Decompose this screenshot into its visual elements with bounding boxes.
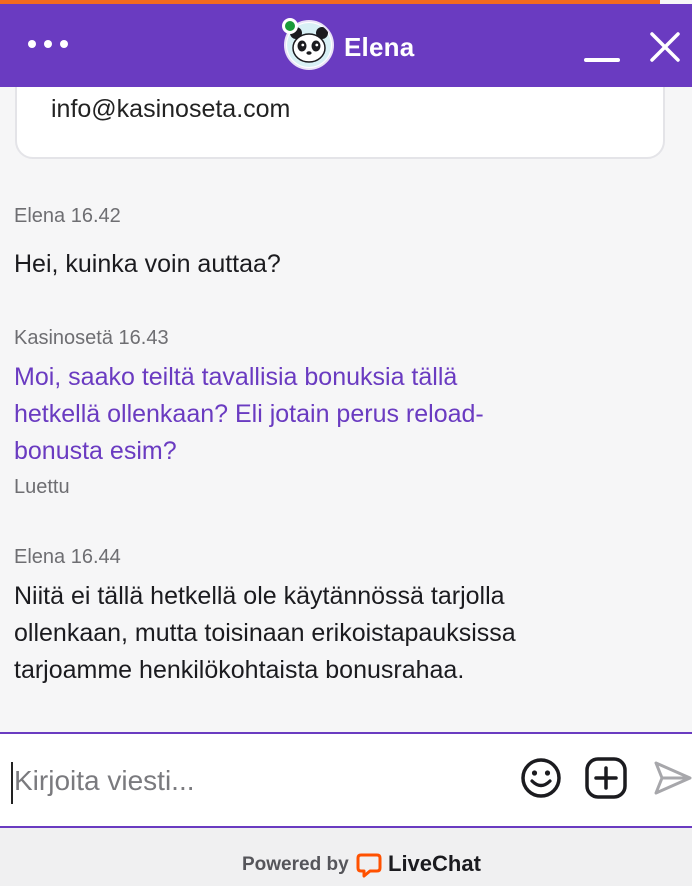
add-attachment-icon[interactable] bbox=[584, 756, 628, 800]
text-caret bbox=[11, 762, 13, 804]
message-meta: Elena 16.44 bbox=[14, 546, 121, 568]
more-dots-icon[interactable] bbox=[28, 34, 72, 54]
send-icon[interactable] bbox=[652, 758, 692, 798]
message-line: bonusta esim? bbox=[14, 437, 177, 465]
message-meta: Elena 16.42 bbox=[14, 205, 121, 227]
message-line: hetkellä ollenkaan? Eli jotain perus rel… bbox=[14, 400, 484, 428]
message-line: Niitä ei tällä hetkellä ole käytännössä … bbox=[14, 582, 505, 610]
livechat-brand[interactable]: LiveChat bbox=[388, 851, 481, 877]
close-icon[interactable] bbox=[646, 28, 684, 66]
agent-avatar bbox=[282, 18, 336, 72]
footer: Powered by LiveChat bbox=[0, 828, 692, 886]
emoji-icon[interactable] bbox=[519, 756, 563, 800]
message-line: Moi, saako teiltä tavallisia bonuksia tä… bbox=[14, 363, 458, 391]
message-composer bbox=[0, 732, 692, 828]
read-status: Luettu bbox=[14, 476, 70, 498]
message-text: Niitä ei tällä hetkellä ole käytännössä … bbox=[14, 578, 634, 689]
livechat-logo-icon[interactable] bbox=[356, 852, 382, 878]
minimize-icon[interactable] bbox=[582, 30, 622, 66]
dot bbox=[44, 40, 52, 48]
powered-by-text: Powered by bbox=[242, 854, 349, 875]
message-input[interactable] bbox=[14, 752, 494, 810]
message-line: tarjoamme henkilökohtaista bonusrahaa. bbox=[14, 656, 465, 684]
message-text: Hei, kuinka voin auttaa? bbox=[14, 250, 281, 278]
contact-info-card: info@kasinoseta.com bbox=[15, 87, 665, 159]
contact-email[interactable]: info@kasinoseta.com bbox=[51, 95, 290, 124]
message-text: Moi, saako teiltä tavallisia bonuksia tä… bbox=[14, 359, 634, 470]
dot bbox=[60, 40, 68, 48]
message-meta: Kasinosetä 16.43 bbox=[14, 327, 169, 349]
agent-name: Elena bbox=[344, 32, 415, 62]
dot bbox=[28, 40, 36, 48]
message-list[interactable]: info@kasinoseta.com Elena 16.42 Hei, kui… bbox=[0, 87, 692, 732]
chat-header: Elena bbox=[0, 4, 692, 87]
online-status-dot bbox=[282, 18, 298, 34]
message-line: ollenkaan, mutta toisinaan erikoistapauk… bbox=[14, 619, 516, 647]
